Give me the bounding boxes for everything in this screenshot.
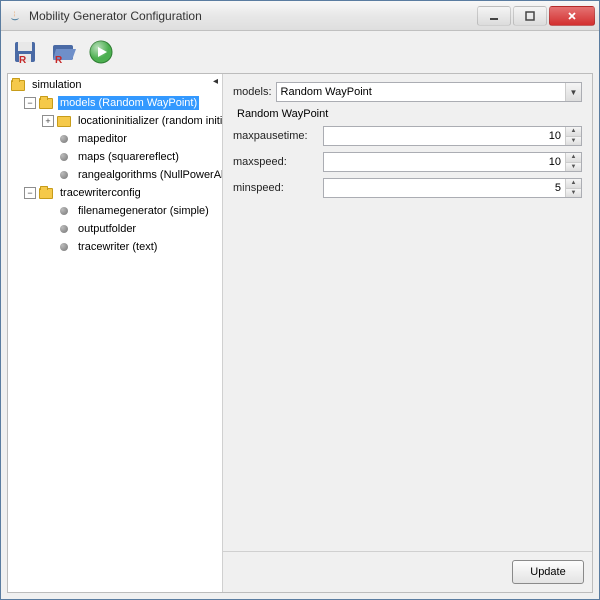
leaf-icon [56, 222, 72, 236]
tree-node-outputfolder[interactable]: · outputfolder [8, 220, 222, 238]
leaf-icon [56, 132, 72, 146]
spin-up-icon[interactable]: ▲ [566, 153, 581, 163]
titlebar: Mobility Generator Configuration [1, 1, 599, 31]
app-window: Mobility Generator Configuration R [0, 0, 600, 600]
maxpausetime-row: maxpausetime: 10 ▲ ▼ [233, 126, 582, 146]
maxpausetime-value: 10 [328, 130, 565, 142]
tree-label: simulation [30, 78, 84, 92]
maxspeed-value: 10 [328, 156, 565, 168]
close-button[interactable] [549, 6, 595, 26]
window-controls [475, 6, 595, 26]
minspeed-row: minspeed: 5 ▲ ▼ [233, 178, 582, 198]
tree-label: tracewriter (text) [76, 240, 159, 254]
update-button[interactable]: Update [512, 560, 584, 584]
spin-down-icon[interactable]: ▼ [566, 137, 581, 146]
spinner-buttons: ▲ ▼ [565, 127, 581, 145]
java-app-icon [7, 8, 23, 24]
tree-label: outputfolder [76, 222, 138, 236]
splitter-collapse-icon[interactable]: ◂ [213, 76, 223, 88]
folder-open-icon [38, 186, 54, 200]
folder-closed-icon [56, 114, 72, 128]
models-row: models: Random WayPoint ▼ [233, 82, 582, 102]
minspeed-value: 5 [328, 182, 565, 194]
tree-node-mapeditor[interactable]: · mapeditor [8, 130, 222, 148]
maxspeed-label: maxspeed: [233, 156, 319, 168]
spin-down-icon[interactable]: ▼ [566, 189, 581, 198]
chevron-down-icon: ▼ [565, 83, 581, 101]
tree-label: rangealgorithms (NullPowerAlgorithm) [76, 168, 223, 182]
tree-node-maps[interactable]: · maps (squarereflect) [8, 148, 222, 166]
tree-node-filenamegenerator[interactable]: · filenamegenerator (simple) [8, 202, 222, 220]
minspeed-label: minspeed: [233, 182, 319, 194]
update-button-label: Update [530, 566, 565, 578]
maxpausetime-spinner[interactable]: 10 ▲ ▼ [323, 126, 582, 146]
leaf-icon [56, 150, 72, 164]
leaf-icon [56, 168, 72, 182]
tree-label: mapeditor [76, 132, 129, 146]
maxspeed-spinner[interactable]: 10 ▲ ▼ [323, 152, 582, 172]
tree-node-tracewriterconfig[interactable]: − tracewriterconfig [8, 184, 222, 202]
folder-open-icon [10, 78, 26, 92]
tree-label: models (Random WayPoint) [58, 96, 199, 110]
button-bar: Update [223, 551, 592, 592]
tree-node-locationinitializer[interactable]: + locationinitializer (random initialize… [8, 112, 222, 130]
svg-text:R: R [19, 55, 27, 65]
spinner-buttons: ▲ ▼ [565, 153, 581, 171]
spin-up-icon[interactable]: ▲ [566, 127, 581, 137]
tree-node-rangealgorithms[interactable]: · rangealgorithms (NullPowerAlgorithm) [8, 166, 222, 184]
details-panel: models: Random WayPoint ▼ Random WayPoin… [223, 74, 592, 592]
window-title: Mobility Generator Configuration [29, 9, 475, 23]
leaf-icon [56, 204, 72, 218]
spinner-buttons: ▲ ▼ [565, 179, 581, 197]
maxspeed-row: maxspeed: 10 ▲ ▼ [233, 152, 582, 172]
models-value: Random WayPoint [281, 86, 372, 98]
tree-label: filenamegenerator (simple) [76, 204, 211, 218]
spin-down-icon[interactable]: ▼ [566, 163, 581, 172]
tree-label: locationinitializer (random initializer) [76, 114, 223, 128]
models-combobox[interactable]: Random WayPoint ▼ [276, 82, 582, 102]
open-button[interactable]: R [47, 36, 79, 68]
minspeed-spinner[interactable]: 5 ▲ ▼ [323, 178, 582, 198]
run-button[interactable] [85, 36, 117, 68]
svg-text:R: R [55, 55, 63, 65]
collapse-icon[interactable]: − [24, 97, 36, 109]
tree-node-simulation[interactable]: simulation [8, 76, 222, 94]
maximize-button[interactable] [513, 6, 547, 26]
form-area: models: Random WayPoint ▼ Random WayPoin… [223, 74, 592, 551]
folder-open-icon [38, 96, 54, 110]
tree-node-tracewriter[interactable]: · tracewriter (text) [8, 238, 222, 256]
tree-label: maps (squarereflect) [76, 150, 181, 164]
spin-up-icon[interactable]: ▲ [566, 179, 581, 189]
toolbar: R R [1, 31, 599, 73]
leaf-icon [56, 240, 72, 254]
tree-node-models[interactable]: − models (Random WayPoint) [8, 94, 222, 112]
expand-icon[interactable]: + [42, 115, 54, 127]
content-area: ◂ simulation − models (Random WayPoint) … [7, 73, 593, 593]
tree-panel[interactable]: ◂ simulation − models (Random WayPoint) … [8, 74, 223, 592]
collapse-icon[interactable]: − [24, 187, 36, 199]
minimize-button[interactable] [477, 6, 511, 26]
save-button[interactable]: R [9, 36, 41, 68]
models-subheading: Random WayPoint [237, 108, 582, 120]
tree-label: tracewriterconfig [58, 186, 143, 200]
models-label: models: [233, 86, 272, 98]
maxpausetime-label: maxpausetime: [233, 130, 319, 142]
